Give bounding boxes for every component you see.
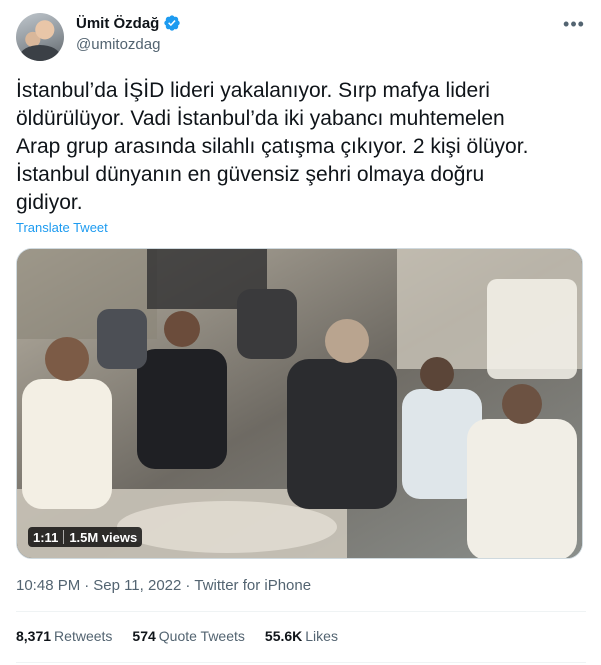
retweets-label: Retweets <box>54 628 113 644</box>
retweets-stat[interactable]: 8,371 Retweets <box>16 628 112 644</box>
likes-stat[interactable]: 55.6K Likes <box>265 628 338 644</box>
retweets-count: 8,371 <box>16 628 52 644</box>
meta-separator: · <box>185 577 191 594</box>
avatar[interactable] <box>16 13 64 61</box>
tweet-stats: 8,371 Retweets 574 Quote Tweets 55.6K Likes <box>16 628 338 644</box>
quotes-count: 574 <box>132 628 156 644</box>
tweet-meta: 10:48 PM · Sep 11, 2022 · Twitter for iP… <box>16 577 311 594</box>
verified-badge-icon <box>163 14 181 32</box>
author-name[interactable]: Ümit Özdağ <box>76 15 159 32</box>
video-player[interactable] <box>16 248 583 559</box>
translate-tweet-link[interactable]: Translate Tweet <box>16 220 108 235</box>
avatar-figure <box>20 45 60 61</box>
author-handle[interactable]: @umitozdag <box>76 36 160 53</box>
likes-label: Likes <box>305 628 338 644</box>
quotes-label: Quote Tweets <box>158 628 245 644</box>
tweet-text: İstanbul’da İŞİD lideri yakalanıyor. Sır… <box>16 79 529 214</box>
quote-tweets-stat[interactable]: 574 Quote Tweets <box>132 628 245 644</box>
divider <box>16 611 586 612</box>
divider <box>16 662 586 663</box>
video-duration: 1:11 <box>33 529 59 545</box>
video-thumbnail <box>17 249 582 558</box>
video-views: 1.5M views <box>69 529 138 545</box>
tweet-time[interactable]: 10:48 PM <box>16 577 80 594</box>
tweet-source[interactable]: Twitter for iPhone <box>194 577 311 594</box>
meta-separator: · <box>84 577 90 594</box>
video-info-badge: 1:11 1.5M views <box>28 527 143 547</box>
more-options-icon[interactable]: ••• <box>562 12 586 36</box>
author-name-row[interactable]: Ümit Özdağ <box>76 14 181 32</box>
tweet-date[interactable]: Sep 11, 2022 <box>93 577 181 594</box>
likes-count: 55.6K <box>264 628 303 644</box>
